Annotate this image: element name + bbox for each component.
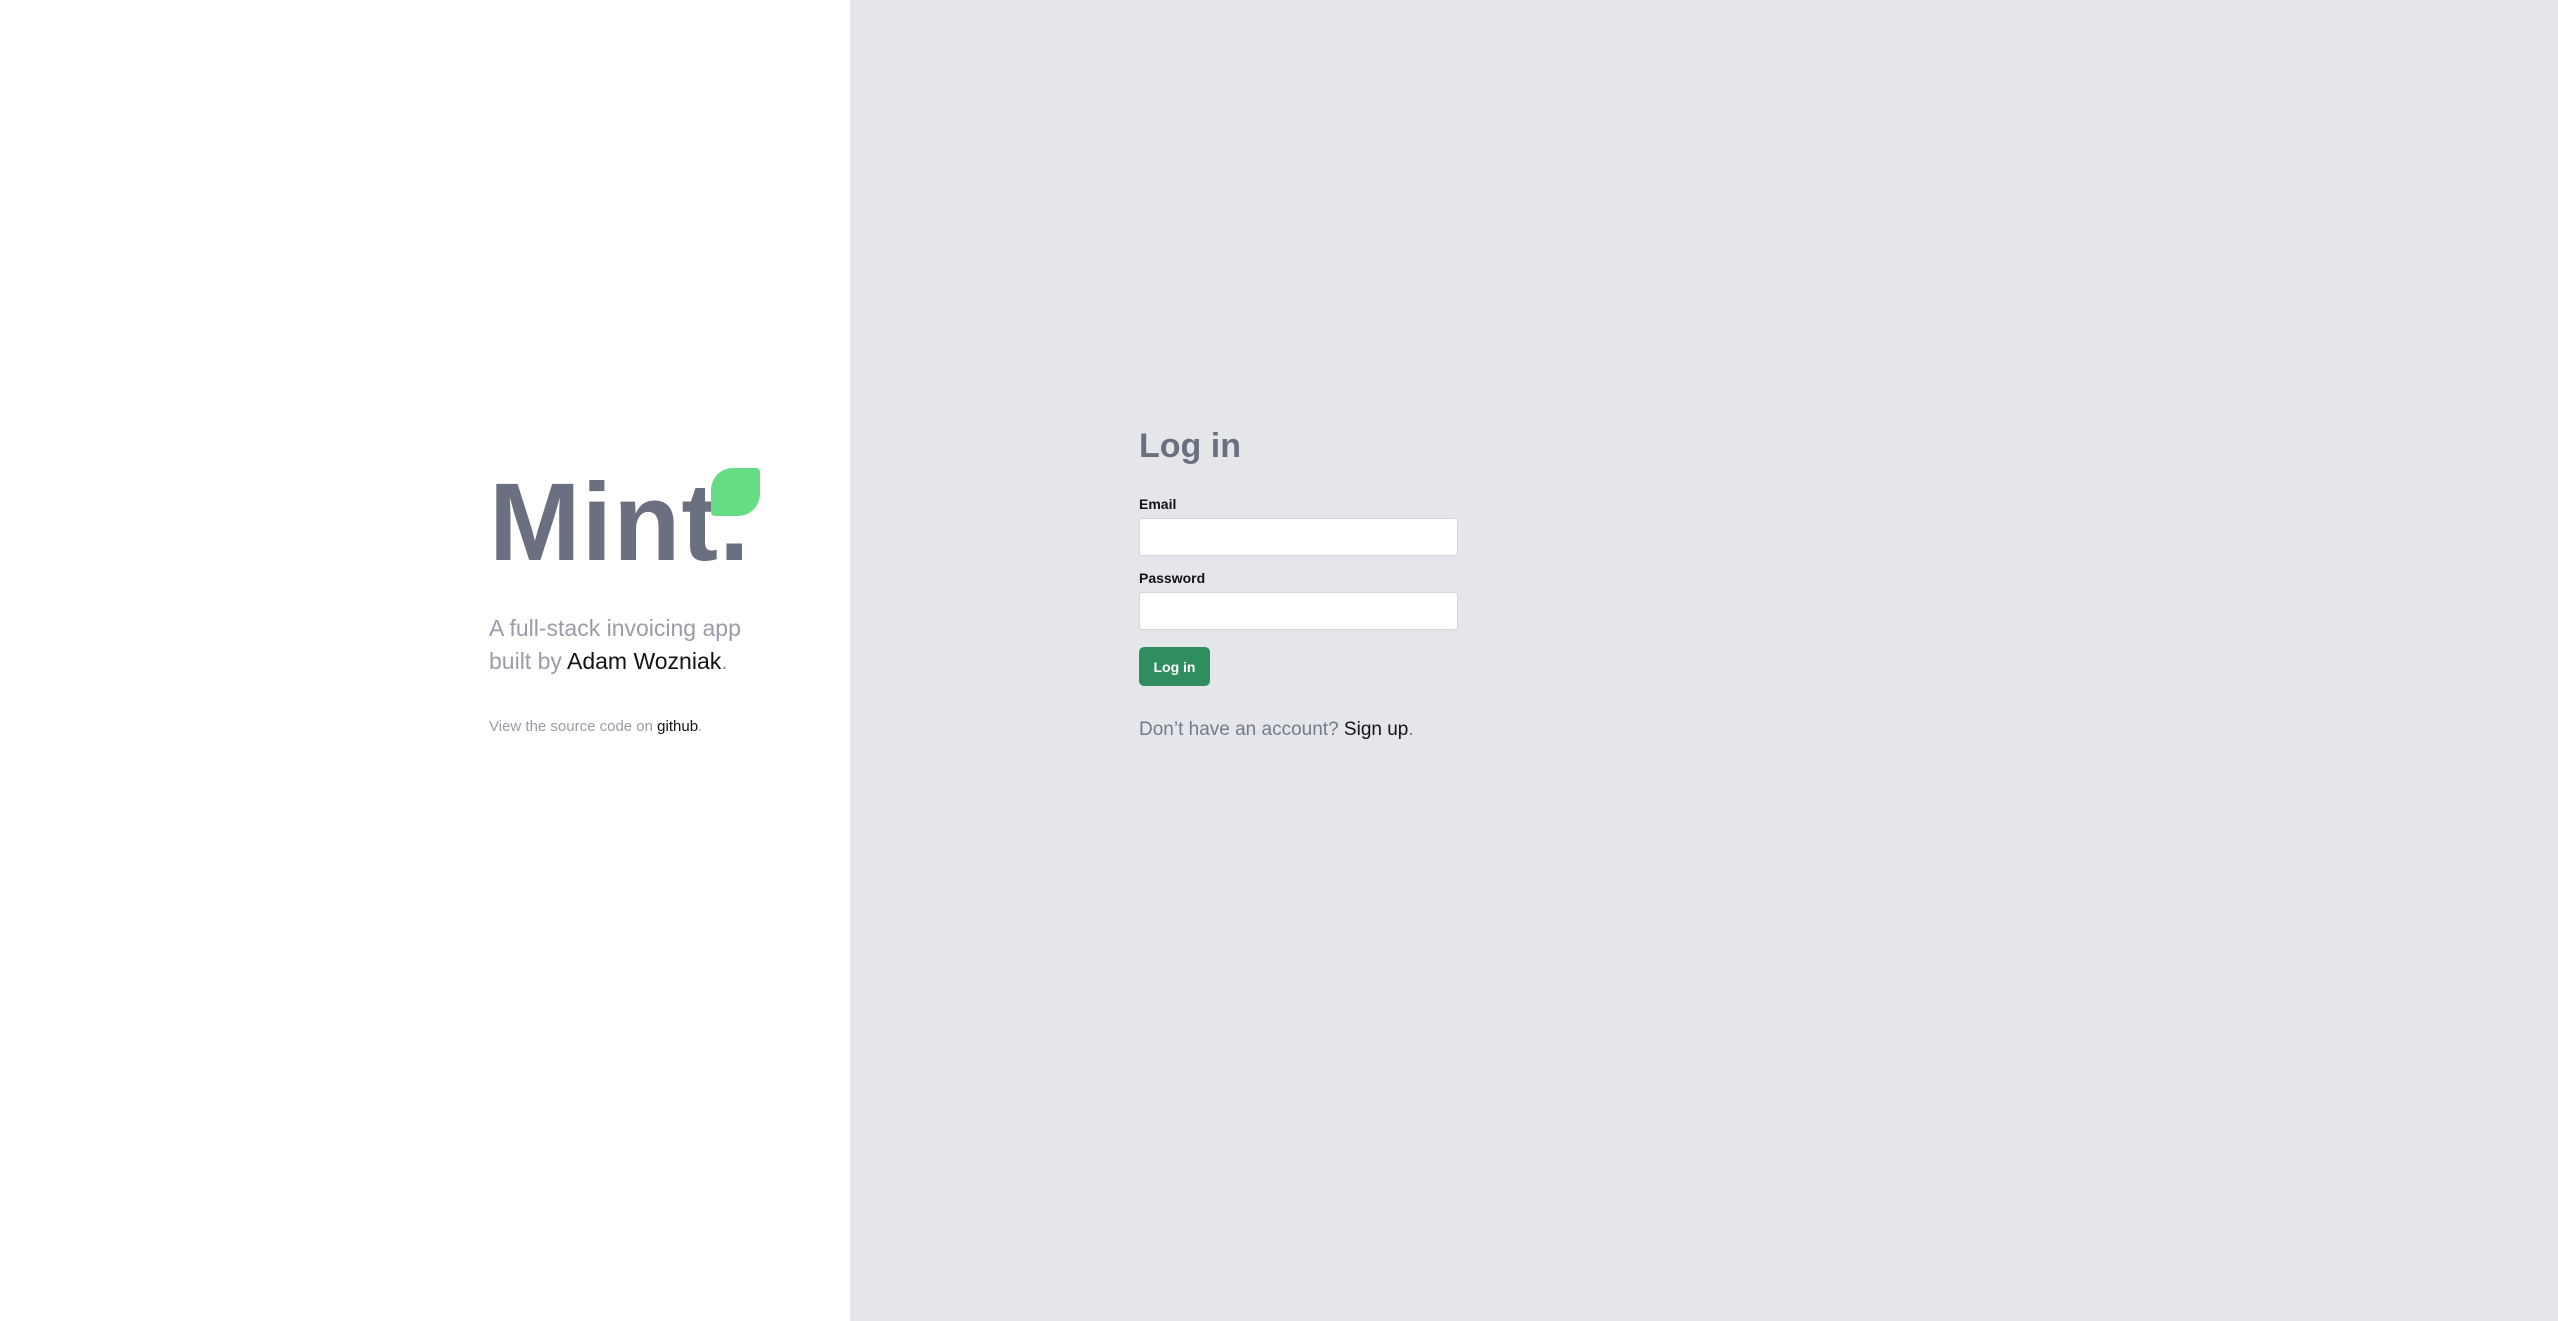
- author-link[interactable]: Adam Wozniak: [567, 648, 721, 674]
- leaf-icon: [711, 468, 760, 516]
- source-note: View the source code on github.: [489, 718, 702, 735]
- signup-prompt: Don’t have an account? Sign up.: [1139, 719, 1469, 741]
- signup-prompt-period: .: [1408, 719, 1414, 740]
- brand-logo: Mint.: [489, 463, 789, 583]
- password-field[interactable]: [1139, 592, 1458, 630]
- login-title: Log in: [1139, 427, 1241, 465]
- tagline-period: .: [721, 648, 728, 674]
- source-note-text: View the source code on: [489, 718, 658, 735]
- email-field[interactable]: [1139, 518, 1458, 556]
- github-link[interactable]: github: [657, 718, 698, 735]
- email-label: Email: [1139, 496, 1177, 512]
- brand-panel: Mint. A full-stack invoicing app built b…: [0, 0, 850, 1321]
- login-panel: Log in Email Password Log in Don’t have …: [850, 0, 2558, 1321]
- login-button[interactable]: Log in: [1139, 647, 1210, 686]
- source-note-period: .: [698, 718, 703, 735]
- login-page: Mint. A full-stack invoicing app built b…: [0, 0, 2558, 1321]
- tagline: A full-stack invoicing app built by Adam…: [489, 612, 789, 678]
- password-label: Password: [1139, 570, 1206, 586]
- login-form: Log in Email Password Log in Don’t have …: [1139, 424, 1469, 741]
- brand-wordmark: Mint.: [489, 461, 751, 584]
- signup-prompt-text: Don’t have an account?: [1139, 719, 1344, 740]
- signup-link[interactable]: Sign up: [1344, 719, 1408, 740]
